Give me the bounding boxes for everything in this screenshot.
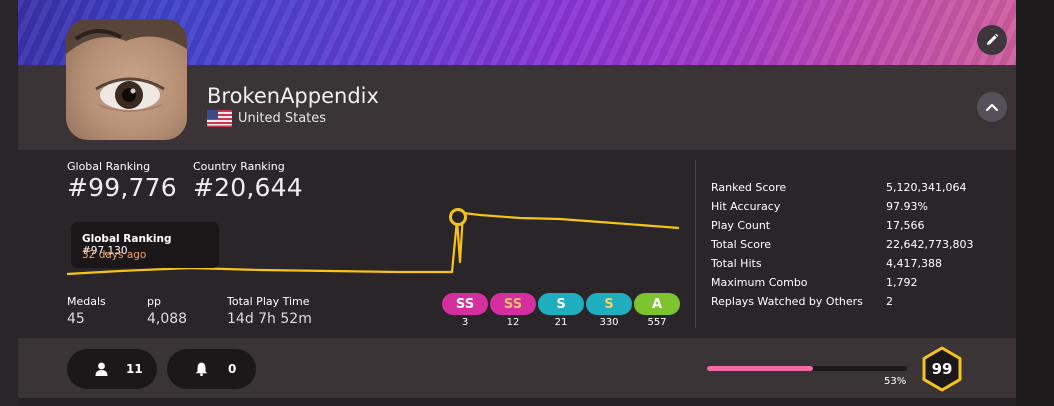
grade-s-count: 330 <box>599 317 619 328</box>
stat-key: Hit Accuracy <box>711 200 781 213</box>
pp: pp 4,088 <box>147 295 187 327</box>
friends-count: 11 <box>126 362 143 376</box>
medals-value: 45 <box>67 311 85 327</box>
play-time-label: Total Play Time <box>227 295 310 308</box>
stat-key: Total Hits <box>711 257 762 270</box>
stat-value: 4,417,388 <box>886 257 942 270</box>
grade-s: S <box>586 293 632 315</box>
stat-maximum-combo: Maximum Combo 1,792 <box>711 276 1011 295</box>
grade-ss-count: 12 <box>506 317 520 328</box>
bell-icon <box>195 362 208 376</box>
rank-tooltip: Global Ranking #97,130 32 days ago <box>71 222 219 268</box>
grade-ss-silver-count: 3 <box>461 317 469 328</box>
notifications-button[interactable]: 0 <box>167 349 256 389</box>
level-progress-bar <box>707 366 907 371</box>
stat-value: 5,120,341,064 <box>886 181 967 194</box>
user-icon <box>95 362 108 376</box>
grade-a: A <box>634 293 680 315</box>
stat-play-count: Play Count 17,566 <box>711 219 1011 238</box>
stat-replays-watched: Replays Watched by Others 2 <box>711 295 1011 314</box>
stat-value: 22,642,773,803 <box>886 238 974 251</box>
level-progress-label: 53% <box>884 376 907 387</box>
grade-a-count: 557 <box>647 317 667 328</box>
rank-history-marker <box>449 208 467 226</box>
stat-key: Maximum Combo <box>711 276 808 289</box>
level-progress-fill <box>707 366 813 371</box>
stat-value: 2 <box>886 295 893 308</box>
level-value: 99 <box>931 360 953 378</box>
stat-total-score: Total Score 22,642,773,803 <box>711 238 1011 257</box>
stat-key: Replays Watched by Others <box>711 295 863 308</box>
pp-label: pp <box>147 295 161 308</box>
notifications-count: 0 <box>228 362 237 376</box>
pp-value: 4,088 <box>147 311 188 327</box>
tooltip-time: 32 days ago <box>82 249 147 261</box>
grade-ss-silver: SS <box>442 293 488 315</box>
grade-ss: SS <box>490 293 536 315</box>
medals-label: Medals <box>67 295 106 308</box>
play-time: Total Play Time 14d 7h 52m <box>227 295 312 327</box>
friends-button[interactable]: 11 <box>67 349 157 389</box>
grade-s-silver-count: 21 <box>554 317 568 328</box>
stat-value: 1,792 <box>886 276 918 289</box>
grade-s-silver: S <box>538 293 584 315</box>
stat-key: Total Score <box>711 238 771 251</box>
stat-value: 17,566 <box>886 219 925 232</box>
medals: Medals 45 <box>67 295 106 327</box>
stat-total-hits: Total Hits 4,417,388 <box>711 257 1011 276</box>
stat-key: Play Count <box>711 219 771 232</box>
stat-hit-accuracy: Hit Accuracy 97.93% <box>711 200 1011 219</box>
stats-divider <box>695 160 696 328</box>
play-time-value: 14d 7h 52m <box>227 311 312 327</box>
stat-key: Ranked Score <box>711 181 787 194</box>
stat-value: 97.93% <box>886 200 928 213</box>
section-divider <box>18 398 1016 406</box>
stat-ranked-score: Ranked Score 5,120,341,064 <box>711 181 1011 200</box>
